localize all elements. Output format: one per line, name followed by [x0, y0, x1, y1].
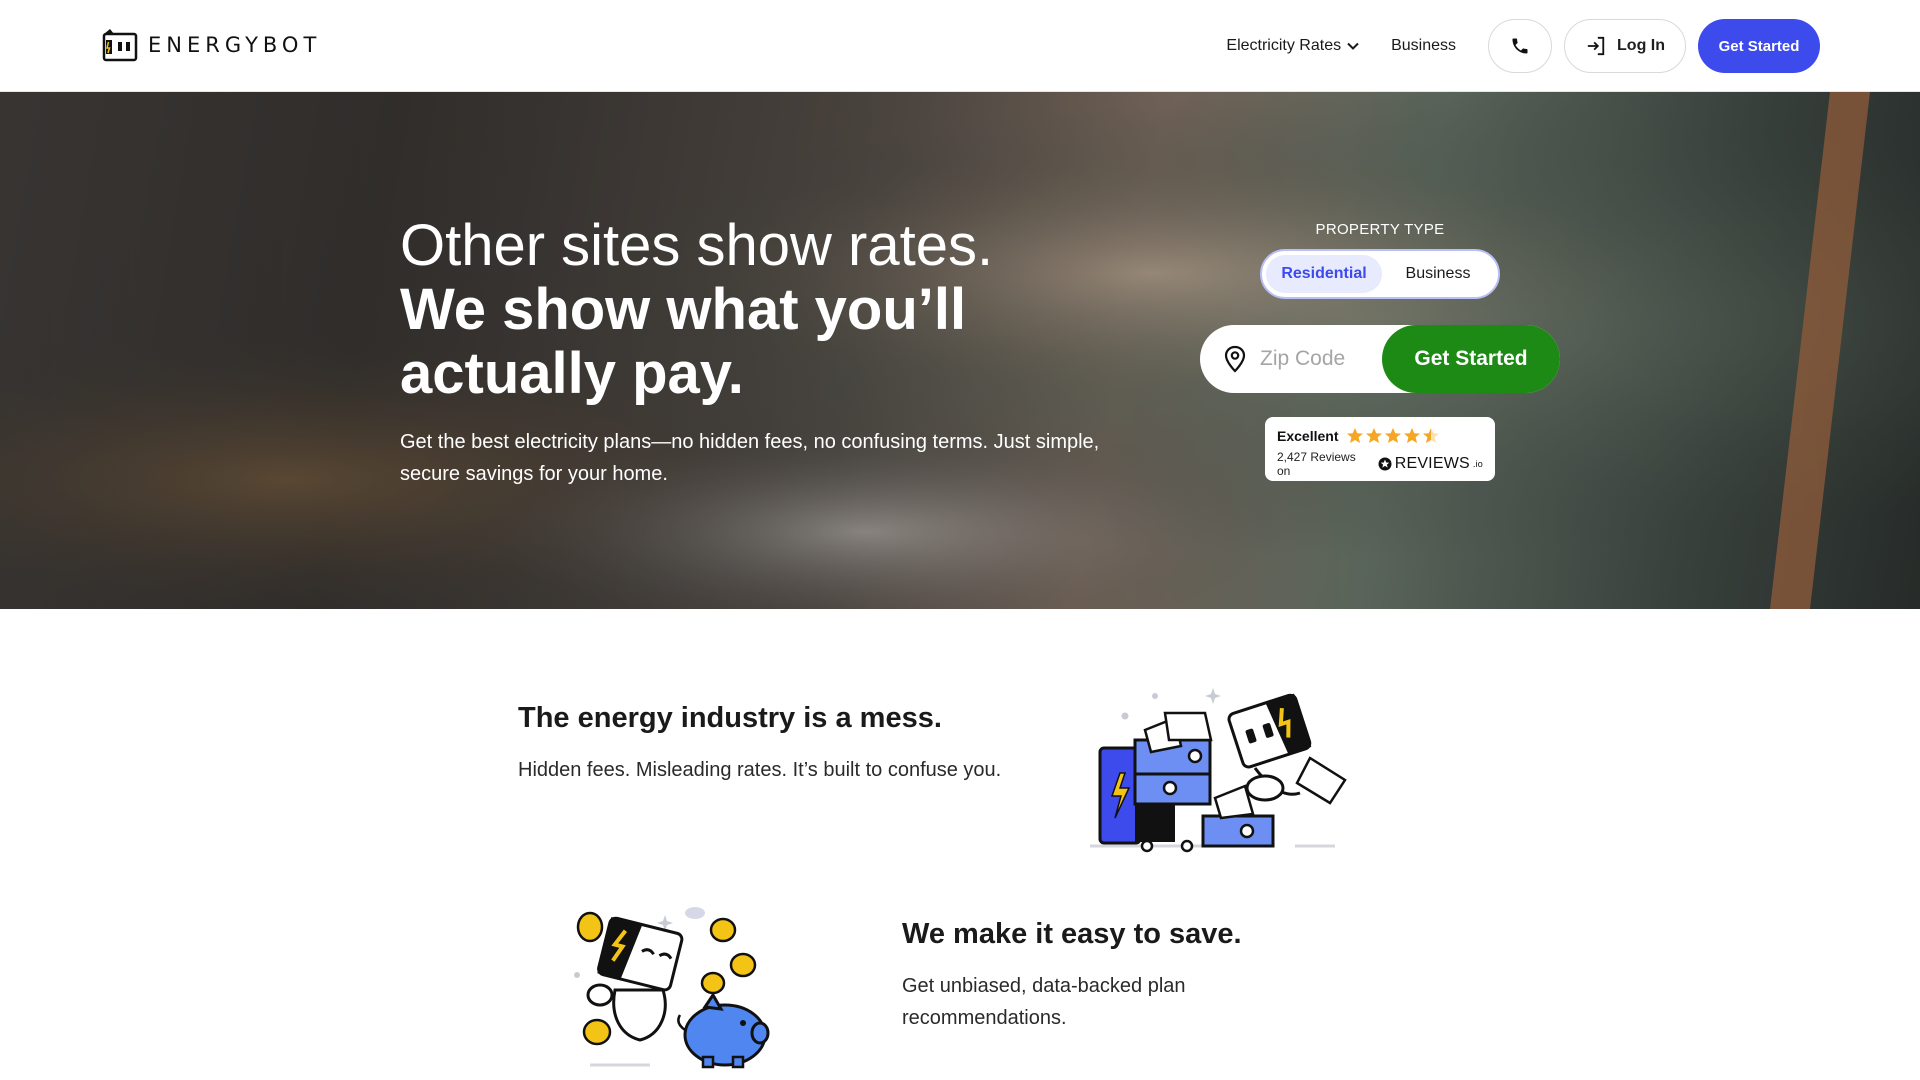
location-pin-icon: [1224, 345, 1246, 373]
logo-text: ENERGYBOT: [148, 33, 322, 57]
reviews-rating-text: Excellent: [1277, 427, 1339, 444]
chevron-down-icon: [1347, 42, 1359, 50]
section-mess-title: The energy industry is a mess.: [518, 702, 942, 734]
login-label: Log In: [1617, 37, 1665, 54]
property-type-toggle: Residential Business: [1260, 249, 1500, 299]
reviews-brand-name: REVIEWS: [1394, 455, 1470, 472]
hero-title-line1: Other sites show rates.: [400, 213, 994, 278]
star-icons: [1347, 428, 1440, 443]
header-get-started-button[interactable]: Get Started: [1698, 19, 1820, 73]
hero-title: Other sites show rates. We show what you…: [400, 214, 1100, 406]
reviews-brand-suffix: .io: [1472, 459, 1483, 469]
site-header: ENERGYBOT Electricity Rates Business Log…: [0, 0, 1920, 92]
phone-button[interactable]: [1488, 19, 1553, 73]
section-save-title: We make it easy to save.: [902, 918, 1242, 950]
section-save-text: Get unbiased, data-backed plan recommend…: [902, 975, 1186, 1029]
zip-get-started-button[interactable]: Get Started: [1382, 325, 1560, 393]
login-button[interactable]: Log In: [1564, 19, 1686, 73]
reviews-count: 2,427 Reviews on: [1277, 450, 1356, 478]
hero-subtitle: Get the best electricity plans—no hidden…: [400, 431, 1100, 485]
reviews-io-logo: REVIEWS .io: [1378, 455, 1483, 473]
zip-code-input[interactable]: [1260, 347, 1380, 371]
logo-robot-icon: [102, 29, 138, 62]
star-rating: [1346, 427, 1442, 444]
nav-electricity-rates[interactable]: Electricity Rates: [1226, 37, 1359, 55]
reviews-star-icon: [1378, 457, 1392, 471]
section-mess-text: Hidden fees. Misleading rates. It’s buil…: [518, 759, 1002, 781]
hero-section: Other sites show rates. We show what you…: [0, 92, 1920, 609]
property-type-label: PROPERTY TYPE: [1315, 221, 1445, 238]
property-option-residential[interactable]: Residential: [1266, 255, 1382, 293]
main-nav: Electricity Rates Business Log In Get St…: [1226, 19, 1820, 73]
hero-title-line2: We show what you’ll actually pay.: [400, 277, 967, 406]
robot-piggy-bank-illustration: [574, 907, 770, 1069]
nav-business[interactable]: Business: [1391, 37, 1456, 55]
reviews-rating-row: Excellent: [1277, 427, 1483, 444]
property-option-business[interactable]: Business: [1382, 255, 1494, 293]
logo[interactable]: ENERGYBOT: [100, 28, 321, 62]
phone-icon: [1512, 38, 1528, 54]
reviews-count-row: 2,427 Reviews on REVIEWS .io: [1277, 450, 1483, 478]
zip-form: Get Started: [1200, 325, 1560, 393]
reviews-badge[interactable]: Excellent 2,427 Reviews on REVIEWS .io: [1265, 417, 1495, 481]
nav-electricity-rates-label: Electricity Rates: [1226, 37, 1342, 54]
login-icon: [1587, 36, 1605, 56]
robot-filing-cabinet-illustration: [1090, 688, 1347, 853]
